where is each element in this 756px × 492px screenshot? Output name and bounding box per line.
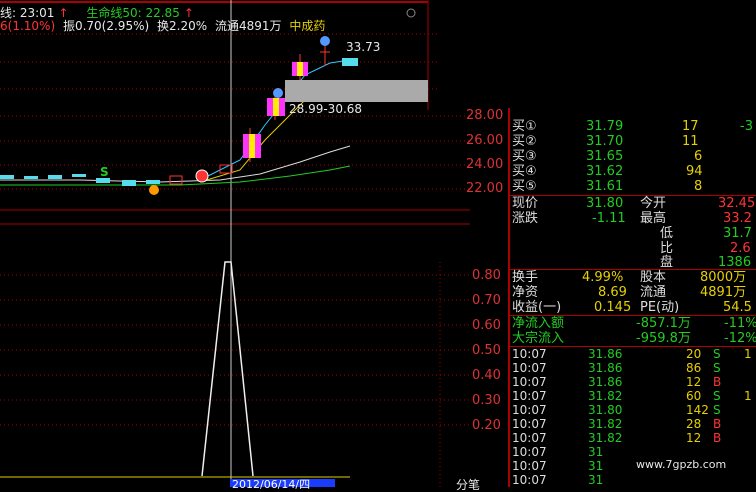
tick-time: 10:07: [512, 375, 547, 389]
tick-row[interactable]: 10:07 31: [508, 473, 753, 487]
tick-bs: B: [713, 417, 722, 431]
row-eps: 收益(一) 0.145 PE(动) 54.5: [512, 300, 752, 315]
tick-vol: 20: [686, 347, 702, 361]
tick-row[interactable]: 10:07 31: [508, 445, 753, 459]
lower-label-3: 0.50: [472, 343, 501, 358]
bottom-tab[interactable]: 分笔: [456, 478, 480, 492]
tick-price: 31.82: [588, 431, 623, 445]
tick-time: 10:07: [512, 431, 547, 445]
watermark: www.7gpzb.com: [636, 458, 727, 471]
row-low: 低 31.7: [660, 226, 752, 241]
high-annotation: 33.73: [346, 40, 381, 54]
tick-price: 31: [588, 473, 604, 487]
tick-price: 31.86: [588, 361, 623, 375]
tick-bs: B: [713, 375, 722, 389]
lower-label-1: 0.70: [472, 293, 501, 308]
row-ratio: 比 2.6: [660, 241, 751, 256]
s-marker: S: [100, 165, 109, 179]
lower-label-6: 0.20: [472, 418, 501, 433]
price-label-3: 22.00: [466, 181, 504, 196]
lower-label-2: 0.60: [472, 318, 501, 333]
price-grid: [0, 33, 470, 190]
signal-marker-icon: [195, 169, 209, 183]
orange-dot-icon: [149, 185, 159, 195]
tick-time: 10:07: [512, 473, 547, 487]
price-label-1: 26.00: [466, 133, 504, 148]
tick-row[interactable]: 10:07 31.82 28 B: [508, 417, 753, 431]
price-label-0: 28.00: [466, 108, 504, 123]
stock-chart[interactable]: [0, 0, 510, 487]
tick-vol: 28: [686, 417, 702, 431]
tick-row[interactable]: 10:07 31.86 12 B: [508, 375, 753, 389]
tick-time: 10:07: [512, 361, 547, 375]
tick-price: 31.86: [588, 347, 623, 361]
tick-vol: 60: [686, 389, 702, 403]
tick-time: 10:07: [512, 347, 547, 361]
tick-vol: 142: [686, 403, 709, 417]
tick-price: 31.82: [588, 417, 623, 431]
tick-bs: B: [713, 431, 722, 445]
tick-vol: 12: [686, 431, 702, 445]
tick-price: 31: [588, 459, 604, 473]
tick-price: 31.86: [588, 375, 623, 389]
range-annotation: 28.99-30.68: [289, 102, 363, 116]
row-pan: 盘 1386: [660, 255, 752, 270]
tick-time: 10:07: [512, 403, 547, 417]
tick-row[interactable]: 10:07 31.82 12 B: [508, 431, 753, 445]
buy-row-5[interactable]: 买⑤ 31.61 8: [508, 179, 753, 194]
row-bigflow: 大宗流入 -959.8万 -12%: [512, 331, 756, 346]
row-turnover: 换手 4.99% 股本 8000万: [512, 270, 747, 285]
marker-icon-2: [273, 88, 283, 98]
tick-row[interactable]: 10:07 31.86 20 S 1: [508, 347, 753, 361]
date-label: 2012/06/14/四: [232, 478, 311, 491]
tick-vol: 12: [686, 375, 702, 389]
tick-bs: S: [713, 361, 721, 375]
tick-time: 10:07: [512, 445, 547, 459]
tick-bs: S: [713, 403, 721, 417]
tick-vol: 86: [686, 361, 702, 375]
buy-row-1[interactable]: 买① 31.79 17 -3: [508, 119, 753, 134]
tick-extra: 1: [744, 389, 752, 403]
tick-row[interactable]: 10:07 31.82 60 S 1: [508, 389, 753, 403]
buy-row-2[interactable]: 买② 31.70 11: [508, 134, 753, 149]
tick-price: 31.82: [588, 389, 623, 403]
tick-price: 31.80: [588, 403, 623, 417]
indicator-spike: [201, 261, 254, 477]
tick-price: 31: [588, 445, 604, 459]
tick-extra: 1: [744, 347, 752, 361]
settings-circle-icon: [406, 8, 416, 18]
peak-marker-icon: [320, 36, 330, 46]
tooltip-box: [285, 80, 428, 102]
tick-bs: S: [713, 389, 721, 403]
tick-row[interactable]: 10:07 31.86 86 S: [508, 361, 753, 375]
tick-time: 10:07: [512, 459, 547, 473]
row-price: 现价 31.80 今开 32.45: [512, 196, 756, 211]
tick-row[interactable]: 10:07 31.80 142 S: [508, 403, 753, 417]
lower-label-0: 0.80: [472, 268, 501, 283]
tick-time: 10:07: [512, 417, 547, 431]
quote-panel: 买① 31.79 17 -3 买② 31.70 11 买③ 31.65 6 买④…: [508, 108, 756, 487]
row-nav: 净资 8.69 流通 4891万: [512, 285, 747, 300]
tick-bs: S: [713, 347, 721, 361]
buy-row-4[interactable]: 买④ 31.62 94: [508, 164, 753, 179]
lower-label-4: 0.40: [472, 368, 501, 383]
buy-row-3[interactable]: 买③ 31.65 6: [508, 149, 753, 164]
price-label-2: 24.00: [466, 157, 504, 172]
row-netflow: 净流入额 -857.1万 -11%: [512, 316, 756, 331]
tick-time: 10:07: [512, 389, 547, 403]
row-change: 涨跌 -1.11 最高 33.2: [512, 211, 752, 226]
lower-label-5: 0.30: [472, 393, 501, 408]
